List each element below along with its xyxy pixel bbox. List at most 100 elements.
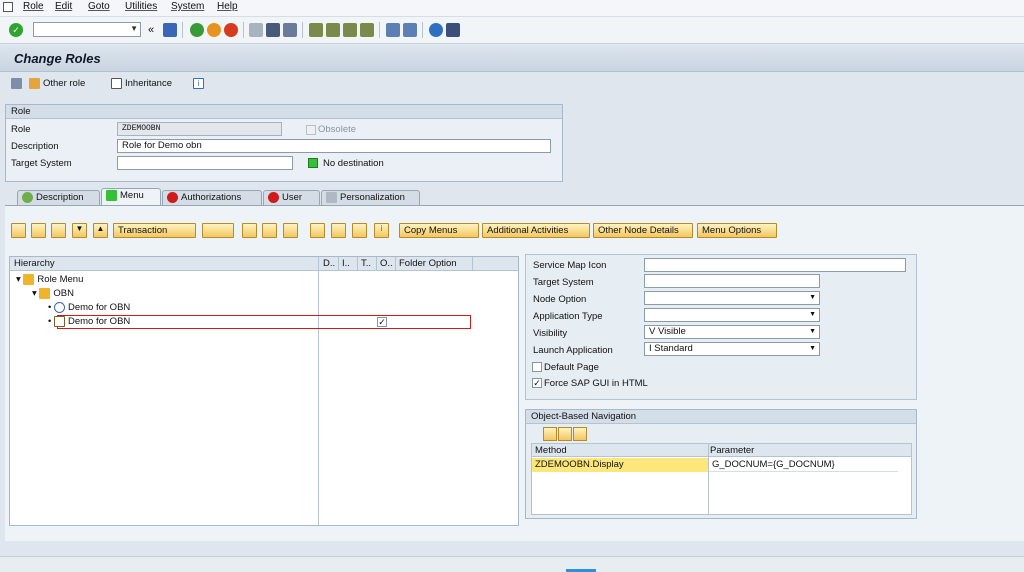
info-icon: i xyxy=(193,78,204,89)
next-page-icon[interactable] xyxy=(343,23,357,37)
service-map-icon-field[interactable] xyxy=(644,258,906,272)
hierarchy-tree[interactable]: Hierarchy D.. I.. T.. O.. Folder Option … xyxy=(9,256,519,526)
description-label: Description xyxy=(11,141,59,152)
tab-description[interactable]: Description xyxy=(17,190,100,205)
other-node-checkbox[interactable]: ✓ xyxy=(377,317,387,327)
find-next-icon[interactable] xyxy=(283,23,297,37)
create-folder-button[interactable] xyxy=(31,223,46,238)
obn-delete-button[interactable] xyxy=(573,427,587,441)
tree-node-obn[interactable]: ▾ OBN xyxy=(32,288,74,299)
col-parameter[interactable]: Parameter xyxy=(710,445,754,456)
find-next-button[interactable] xyxy=(262,223,277,238)
visibility-select[interactable]: V Visible ▼ xyxy=(644,325,820,339)
obsolete-label: Obsolete xyxy=(318,124,357,135)
node-option-select[interactable]: ▼ xyxy=(644,291,820,305)
move-down-button[interactable]: ▼ xyxy=(72,223,87,238)
move-up-button[interactable]: ▲ xyxy=(93,223,108,238)
find-icon[interactable] xyxy=(266,23,280,37)
customize-layout-icon[interactable] xyxy=(446,23,460,37)
menu-role[interactable]: Role xyxy=(23,1,44,12)
inheritance-button[interactable]: Inheritance xyxy=(111,78,172,89)
chevron-down-icon: ▼ xyxy=(809,311,816,318)
find-button[interactable] xyxy=(242,223,257,238)
first-page-icon[interactable] xyxy=(309,23,323,37)
page-title: Change Roles xyxy=(14,51,101,66)
launch-application-select[interactable]: I Standard ▼ xyxy=(644,342,820,356)
expand-subtree-button[interactable] xyxy=(11,223,26,238)
chevron-down-icon: ▼ xyxy=(809,328,816,335)
exit-icon[interactable] xyxy=(207,23,221,37)
obn-row-parameter[interactable]: G_DOCNUM={G_DOCNUM} xyxy=(709,458,898,472)
copy-menus-button[interactable]: Copy Menus xyxy=(399,223,479,238)
tree-node-role-menu[interactable]: ▾ Role Menu xyxy=(16,274,83,285)
other-role-icon xyxy=(29,78,40,89)
tree-node-demo-obn-1[interactable]: • Demo for OBN xyxy=(48,302,130,313)
display-change-button[interactable] xyxy=(11,78,25,89)
folder-icon xyxy=(39,288,51,299)
back-icon[interactable] xyxy=(190,23,204,37)
role-field: ZDEMOOBN xyxy=(117,122,282,136)
description-field[interactable]: Role for Demo obn xyxy=(117,139,551,153)
application-type-select[interactable]: ▼ xyxy=(644,308,820,322)
col-o[interactable]: O.. xyxy=(380,258,393,269)
col-d[interactable]: D.. xyxy=(323,258,335,269)
back-arrows-icon[interactable]: « xyxy=(148,24,154,36)
menu-goto[interactable]: Goto xyxy=(88,1,110,12)
col-method[interactable]: Method xyxy=(535,445,567,456)
tab-personalization[interactable]: Personalization xyxy=(321,190,420,205)
info-button-menu[interactable]: i xyxy=(374,223,389,238)
cancel-icon[interactable] xyxy=(224,23,238,37)
status-green-icon xyxy=(106,190,117,201)
tree-node-demo-obn-2[interactable]: • Demo for OBN xyxy=(48,316,130,327)
col-hierarchy[interactable]: Hierarchy xyxy=(14,258,55,269)
menu-system[interactable]: System xyxy=(171,1,204,12)
col-i[interactable]: I.. xyxy=(342,258,350,269)
tree-header: Hierarchy D.. I.. T.. O.. Folder Option xyxy=(10,257,518,271)
info-button[interactable]: i xyxy=(193,78,207,89)
help-icon[interactable] xyxy=(429,23,443,37)
target-system-detail-field[interactable] xyxy=(644,274,820,288)
personalization-icon xyxy=(326,192,337,203)
role-label: Role xyxy=(11,124,31,135)
col-folder-option[interactable]: Folder Option xyxy=(399,258,457,269)
chevron-down-icon: ▼ xyxy=(809,345,816,352)
transaction-button[interactable]: Transaction xyxy=(113,223,196,238)
obn-insert-button[interactable] xyxy=(558,427,572,441)
previous-page-icon[interactable] xyxy=(326,23,340,37)
menu-help[interactable]: Help xyxy=(217,1,238,12)
print-menu-button[interactable] xyxy=(331,223,346,238)
target-system-field[interactable] xyxy=(117,156,293,170)
command-field[interactable]: ▼ xyxy=(33,22,141,37)
node-option-label: Node Option xyxy=(533,294,587,305)
chevron-down-icon[interactable]: ▼ xyxy=(130,24,138,33)
save-icon[interactable] xyxy=(163,23,177,37)
change-node-button[interactable] xyxy=(51,223,66,238)
default-page-checkbox[interactable] xyxy=(532,362,542,372)
menu-edit[interactable]: Edit xyxy=(55,1,72,12)
shortcut-icon[interactable] xyxy=(403,23,417,37)
create-session-icon[interactable] xyxy=(386,23,400,37)
detail-view-button[interactable] xyxy=(310,223,325,238)
col-t[interactable]: T.. xyxy=(361,258,371,269)
menu-bar: Role Edit Goto Utilities System Help xyxy=(0,0,1024,17)
additional-activities-button[interactable]: Additional Activities xyxy=(482,223,590,238)
last-page-icon[interactable] xyxy=(360,23,374,37)
inheritance-icon xyxy=(111,78,122,89)
obn-row-method[interactable]: ZDEMOOBN.Display xyxy=(532,458,708,472)
enter-icon[interactable]: ✓ xyxy=(9,23,23,37)
tab-authorizations[interactable]: Authorizations xyxy=(162,190,262,205)
layout-button[interactable] xyxy=(352,223,367,238)
menu-options-button[interactable]: Menu Options xyxy=(697,223,777,238)
other-node-details-button[interactable]: Other Node Details xyxy=(593,223,693,238)
other-role-button[interactable]: Other role xyxy=(29,78,85,89)
find-in-menu-button[interactable] xyxy=(283,223,298,238)
tab-menu[interactable]: Menu xyxy=(101,188,161,206)
tab-user[interactable]: User xyxy=(263,190,320,205)
window-menu-icon[interactable] xyxy=(3,2,13,12)
delete-node-button[interactable] xyxy=(202,223,234,238)
menu-utilities[interactable]: Utilities xyxy=(125,1,157,12)
force-sapgui-checkbox[interactable]: ✓ xyxy=(532,378,542,388)
target-system-detail-label: Target System xyxy=(533,277,594,288)
obn-detail-button[interactable] xyxy=(543,427,557,441)
print-icon[interactable] xyxy=(249,23,263,37)
